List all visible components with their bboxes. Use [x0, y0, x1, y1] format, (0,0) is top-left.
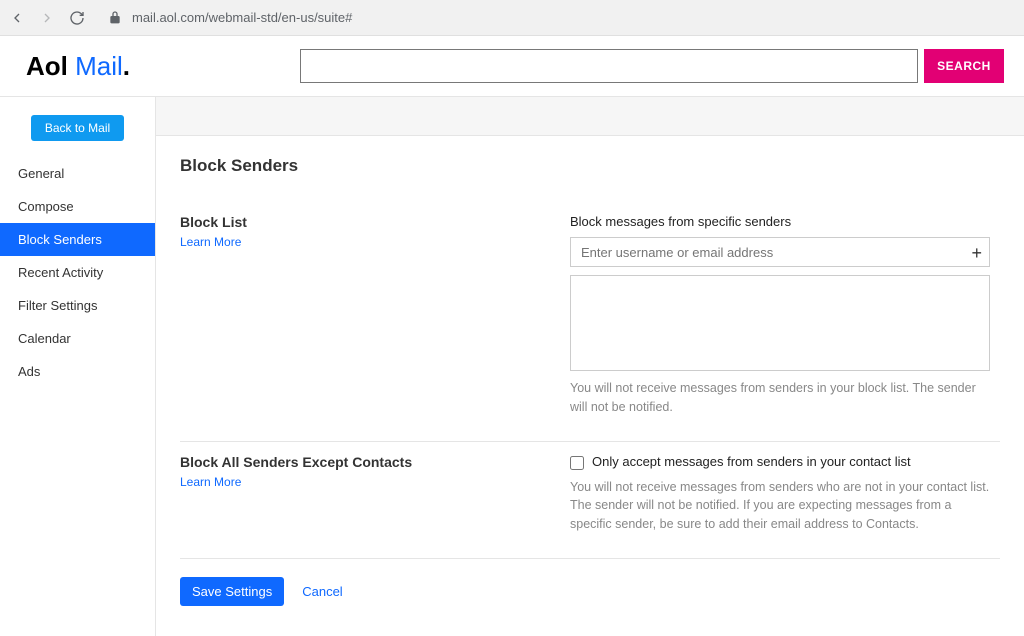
block-list-heading: Block List	[180, 214, 530, 230]
blocked-senders-listbox[interactable]	[570, 275, 990, 371]
block-list-learn-more-link[interactable]: Learn More	[180, 235, 241, 249]
reload-icon[interactable]	[68, 9, 86, 27]
sidebar-item-ads[interactable]: Ads	[0, 355, 155, 388]
browser-toolbar: mail.aol.com/webmail-std/en-us/suite#	[0, 0, 1024, 36]
block-list-subtitle: Block messages from specific senders	[570, 214, 990, 229]
nav-back-icon[interactable]	[8, 9, 26, 27]
logo-brand: Aol	[26, 51, 68, 81]
cancel-link[interactable]: Cancel	[302, 584, 342, 599]
block-sender-input[interactable]	[570, 237, 990, 267]
page-title: Block Senders	[180, 156, 1000, 176]
search-wrap: SEARCH	[300, 49, 1004, 83]
sidebar-item-block-senders[interactable]: Block Senders	[0, 223, 155, 256]
address-bar[interactable]: mail.aol.com/webmail-std/en-us/suite#	[98, 9, 1016, 27]
lock-icon	[106, 9, 124, 27]
add-sender-icon[interactable]: +	[971, 243, 982, 264]
settings-sidebar: Back to Mail General Compose Block Sende…	[0, 97, 156, 636]
back-to-mail-button[interactable]: Back to Mail	[31, 115, 124, 141]
search-button[interactable]: SEARCH	[924, 49, 1004, 83]
block-all-helper: You will not receive messages from sende…	[570, 478, 990, 534]
block-all-section: Block All Senders Except Contacts Learn …	[180, 442, 1000, 559]
block-all-learn-more-link[interactable]: Learn More	[180, 475, 241, 489]
block-list-helper: You will not receive messages from sende…	[570, 379, 990, 417]
only-contacts-checkbox[interactable]	[570, 456, 584, 470]
sidebar-item-calendar[interactable]: Calendar	[0, 322, 155, 355]
sidebar-item-general[interactable]: General	[0, 157, 155, 190]
url-text: mail.aol.com/webmail-std/en-us/suite#	[132, 10, 352, 25]
sidebar-item-recent-activity[interactable]: Recent Activity	[0, 256, 155, 289]
search-input[interactable]	[300, 49, 918, 83]
only-contacts-label: Only accept messages from senders in you…	[592, 454, 911, 469]
logo-dot: .	[123, 51, 130, 81]
nav-forward-icon[interactable]	[38, 9, 56, 27]
form-actions: Save Settings Cancel	[180, 577, 1000, 606]
sidebar-item-filter-settings[interactable]: Filter Settings	[0, 289, 155, 322]
logo-product: Mail	[68, 51, 123, 81]
aol-mail-logo[interactable]: Aol Mail.	[20, 51, 130, 82]
top-header: Aol Mail. SEARCH	[0, 36, 1024, 96]
block-all-heading: Block All Senders Except Contacts	[180, 454, 530, 470]
block-list-section: Block List Learn More Block messages fro…	[180, 202, 1000, 442]
content-area: Block Senders Block List Learn More Bloc…	[156, 97, 1024, 636]
sidebar-item-compose[interactable]: Compose	[0, 190, 155, 223]
save-settings-button[interactable]: Save Settings	[180, 577, 284, 606]
